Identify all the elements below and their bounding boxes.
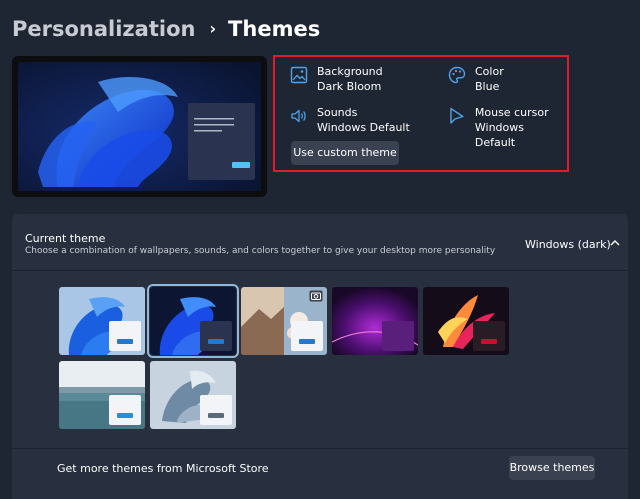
theme-window-preview bbox=[291, 321, 323, 351]
color-value: Blue bbox=[475, 80, 500, 93]
theme-window-preview bbox=[109, 321, 141, 351]
browse-themes-button[interactable]: Browse themes bbox=[509, 456, 595, 480]
breadcrumb: Personalization › Themes bbox=[12, 14, 320, 44]
divider bbox=[12, 448, 628, 449]
theme-thumbnail-selected[interactable] bbox=[147, 284, 239, 358]
theme-thumbnail[interactable] bbox=[332, 287, 418, 355]
palette-icon bbox=[448, 66, 466, 84]
theme-thumbnail[interactable] bbox=[423, 287, 509, 355]
theme-thumbnail[interactable] bbox=[241, 287, 327, 355]
background-setting[interactable]: Background Dark Bloom bbox=[290, 64, 383, 94]
sounds-value: Windows Default bbox=[317, 121, 410, 134]
mouse-cursor-setting[interactable]: Mouse cursor Windows Default bbox=[448, 105, 567, 150]
chevron-up-icon[interactable] bbox=[609, 238, 621, 248]
page-title: Themes bbox=[228, 17, 321, 41]
chevron-right-icon: › bbox=[209, 19, 217, 38]
sounds-setting[interactable]: Sounds Windows Default bbox=[290, 105, 410, 135]
current-theme-title: Current theme bbox=[25, 232, 106, 245]
color-label: Color bbox=[475, 65, 504, 78]
theme-thumbnail[interactable] bbox=[150, 361, 236, 429]
speaker-icon bbox=[291, 109, 306, 123]
image-icon bbox=[290, 66, 308, 84]
use-custom-theme-button[interactable]: Use custom theme bbox=[291, 141, 399, 165]
current-theme-header[interactable]: Current theme Choose a combination of wa… bbox=[12, 214, 628, 270]
preview-wallpaper bbox=[18, 62, 261, 191]
theme-preview bbox=[12, 56, 267, 197]
cursor-icon bbox=[450, 107, 464, 124]
cursor-label: Mouse cursor bbox=[474, 106, 549, 119]
sounds-label: Sounds bbox=[317, 106, 358, 119]
store-text: Get more themes from Microsoft Store bbox=[57, 462, 269, 475]
current-theme-panel: Current theme Choose a combination of wa… bbox=[12, 214, 628, 499]
background-label: Background bbox=[317, 65, 383, 78]
theme-window-preview bbox=[382, 321, 414, 351]
color-setting[interactable]: Color Blue bbox=[448, 64, 504, 94]
divider bbox=[12, 270, 628, 271]
background-value: Dark Bloom bbox=[317, 80, 382, 93]
theme-window-preview bbox=[200, 395, 232, 425]
theme-properties: Background Dark Bloom Color Blue Sounds … bbox=[273, 55, 569, 172]
theme-window-preview bbox=[200, 321, 232, 351]
camera-icon bbox=[309, 290, 323, 302]
theme-thumbnail[interactable] bbox=[59, 361, 145, 429]
current-theme-value: Windows (dark) bbox=[525, 238, 611, 251]
current-theme-description: Choose a combination of wallpapers, soun… bbox=[25, 246, 496, 256]
breadcrumb-personalization[interactable]: Personalization bbox=[12, 14, 195, 44]
theme-window-preview bbox=[109, 395, 141, 425]
theme-thumbnail[interactable] bbox=[59, 287, 145, 355]
theme-window-preview bbox=[473, 321, 505, 351]
cursor-value: Windows Default bbox=[474, 121, 524, 149]
